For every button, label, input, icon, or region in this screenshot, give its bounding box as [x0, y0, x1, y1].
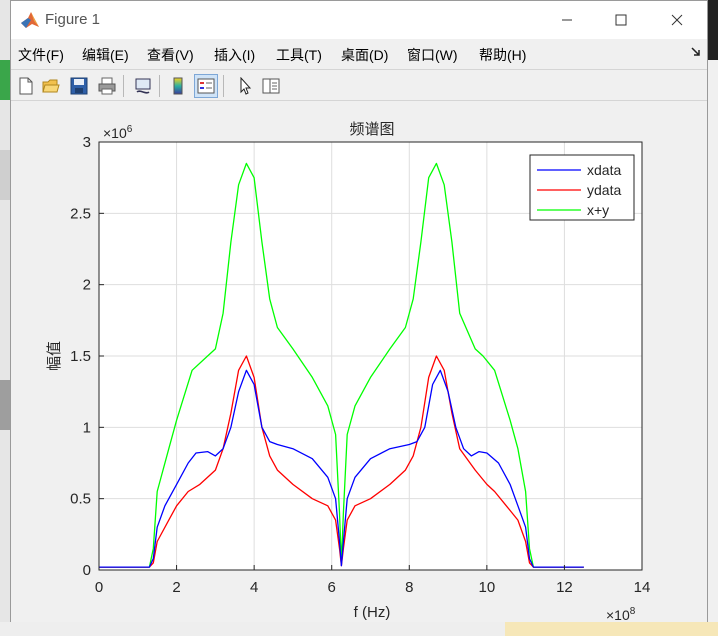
property-inspector-icon — [262, 78, 280, 94]
x-tick-label: 2 — [172, 579, 180, 596]
x-tick-label: 10 — [479, 579, 496, 596]
background-bottom-edge — [0, 622, 718, 636]
legend[interactable]: xdata ydata x+y — [529, 154, 635, 221]
background-green-strip — [0, 60, 10, 100]
x-tick-label: 12 — [556, 579, 573, 596]
chart-title: 频谱图 — [349, 121, 394, 138]
y-axis-label: 幅值 — [46, 341, 63, 371]
save-icon — [70, 77, 88, 95]
menu-view[interactable]: 查看(V) — [147, 45, 194, 65]
property-inspector-button[interactable] — [259, 74, 283, 98]
y-tick-label: 1.5 — [70, 348, 91, 365]
menu-desktop[interactable]: 桌面(D) — [341, 45, 388, 65]
svg-text:×108: ×108 — [606, 606, 636, 622]
legend-entry: xdata — [587, 162, 621, 178]
figure-window: Figure 1 文件(F) 编辑(E) 查看(V) 插入(I) 工具(T) 桌… — [10, 0, 708, 623]
colorbar-button[interactable] — [166, 74, 190, 98]
legend-entry: x+y — [587, 202, 609, 218]
y-exponent-label: ×106 — [103, 124, 133, 141]
matlab-logo-icon — [21, 12, 39, 28]
open-file-button[interactable] — [39, 74, 63, 98]
minimize-icon — [562, 19, 572, 21]
x-tick-label: 14 — [634, 579, 651, 596]
background-grey-strip — [0, 150, 10, 200]
pointer-icon — [240, 77, 252, 95]
print-icon — [98, 77, 116, 95]
x-exponent-label: ×108 — [606, 606, 636, 623]
link-plot-button[interactable] — [131, 74, 155, 98]
pointer-button[interactable] — [233, 74, 257, 98]
toolbar-separator — [123, 75, 124, 97]
link-plot-icon — [135, 78, 151, 94]
x-tick-label: 8 — [405, 579, 413, 596]
background-left-edge — [0, 0, 10, 636]
legend-icon — [197, 78, 215, 94]
legend-button[interactable] — [194, 74, 218, 98]
figure-canvas: 0 2 4 6 8 10 12 14 0 0.5 1 1.5 2 2.5 3 频谱图 f (Hz) 幅值 ×… — [11, 102, 707, 623]
spectrum-plot[interactable]: 0 2 4 6 8 10 12 14 0 0.5 1 1.5 2 2.5 3 频谱图 f (Hz) 幅值 ×… — [11, 102, 707, 623]
y-tick-label: 3 — [83, 134, 91, 151]
open-file-icon — [42, 79, 60, 93]
menu-tools[interactable]: 工具(T) — [276, 45, 322, 65]
legend-entry: ydata — [587, 182, 621, 198]
y-tick-label: 1 — [83, 419, 91, 436]
menu-window[interactable]: 窗口(W) — [407, 45, 458, 65]
x-tick-label: 6 — [328, 579, 336, 596]
maximize-icon — [615, 14, 627, 26]
toolbar-separator — [223, 75, 224, 97]
dock-arrow-icon[interactable] — [691, 47, 701, 57]
menu-file[interactable]: 文件(F) — [18, 45, 64, 65]
background-dark-strip — [0, 380, 10, 430]
menu-insert[interactable]: 插入(I) — [214, 45, 255, 65]
colorbar-icon — [173, 77, 183, 95]
minimize-button[interactable] — [547, 7, 587, 33]
new-figure-button[interactable] — [14, 74, 38, 98]
new-figure-icon — [19, 77, 33, 95]
figure-toolbar — [11, 69, 707, 101]
window-title: Figure 1 — [45, 11, 101, 28]
maximize-button[interactable] — [601, 7, 641, 33]
title-bar: Figure 1 — [11, 1, 707, 39]
x-tick-label: 0 — [95, 579, 103, 596]
background-yellow-strip — [505, 622, 718, 636]
y-tick-label: 0 — [83, 562, 91, 579]
menu-bar: 文件(F) 编辑(E) 查看(V) 插入(I) 工具(T) 桌面(D) 窗口(W… — [11, 39, 707, 67]
save-button[interactable] — [67, 74, 91, 98]
menu-help[interactable]: 帮助(H) — [479, 45, 526, 65]
menu-edit[interactable]: 编辑(E) — [82, 45, 129, 65]
svg-text:×106: ×106 — [103, 124, 133, 141]
y-tick-label: 2 — [83, 277, 91, 294]
y-tick-label: 0.5 — [70, 491, 91, 508]
close-button[interactable] — [657, 7, 697, 33]
x-tick-label: 4 — [250, 579, 258, 596]
toolbar-separator — [159, 75, 160, 97]
y-tick-label: 2.5 — [70, 205, 91, 222]
print-button[interactable] — [95, 74, 119, 98]
x-axis-label: f (Hz) — [354, 604, 391, 621]
close-icon — [671, 14, 683, 26]
